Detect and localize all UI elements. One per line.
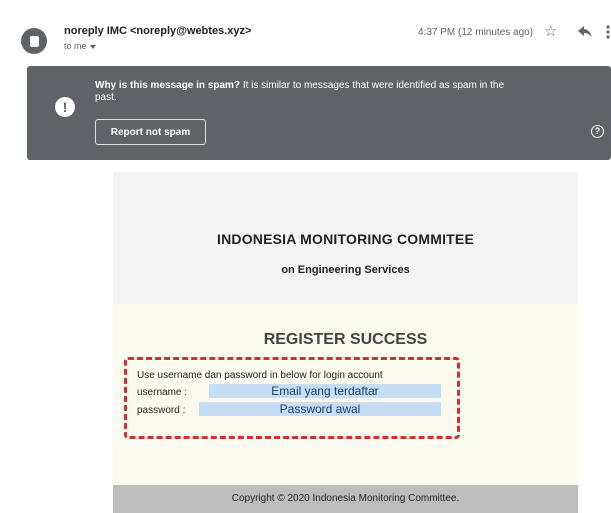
recipient-details[interactable]: to me — [64, 41, 96, 51]
password-value: Password awal — [199, 402, 441, 416]
username-value: Email yang terdaftar — [209, 384, 441, 398]
chevron-down-icon[interactable] — [89, 44, 96, 49]
email-banner: INDONESIA MONITORING COMMITEE on Enginee… — [113, 172, 578, 304]
organization-subtitle: on Engineering Services — [281, 264, 410, 276]
login-instructions: Use username dan password in below for l… — [137, 370, 383, 381]
email-body: INDONESIA MONITORING COMMITEE on Enginee… — [113, 172, 578, 513]
register-success-title: REGISTER SUCCESS — [263, 331, 428, 348]
sender-name[interactable]: noreply IMC <noreply@webtes.xyz> — [64, 25, 251, 37]
copyright-text: Copyright © 2020 Indonesia Monitoring Co… — [231, 493, 460, 504]
credentials-highlight-box: Use username dan password in below for l… — [124, 357, 460, 439]
password-label: password : — [137, 405, 186, 416]
report-not-spam-button[interactable]: Report not spam — [95, 119, 206, 145]
spam-explanation: Why is this message in spam? It is simil… — [95, 80, 505, 104]
spam-warning-banner: ! Why is this message in spam? It is sim… — [27, 66, 611, 160]
star-icon[interactable]: ☆ — [544, 24, 557, 40]
reply-icon[interactable] — [578, 26, 592, 37]
more-vert-icon[interactable] — [604, 24, 611, 40]
warning-icon: ! — [55, 97, 75, 117]
email-footer: Copyright © 2020 Indonesia Monitoring Co… — [113, 485, 578, 513]
message-header: noreply IMC <noreply@webtes.xyz> to me 4… — [0, 0, 611, 62]
timestamp: 4:37 PM (12 minutes ago) — [418, 27, 534, 38]
help-icon[interactable]: ? — [591, 125, 604, 138]
recipient-label: to me — [64, 41, 87, 51]
username-label: username : — [137, 387, 188, 398]
avatar-icon[interactable] — [21, 28, 47, 54]
avatar-glyph — [29, 35, 39, 47]
organization-title: INDONESIA MONITORING COMMITEE — [216, 231, 475, 247]
spam-heading: Why is this message in spam? — [95, 80, 241, 91]
